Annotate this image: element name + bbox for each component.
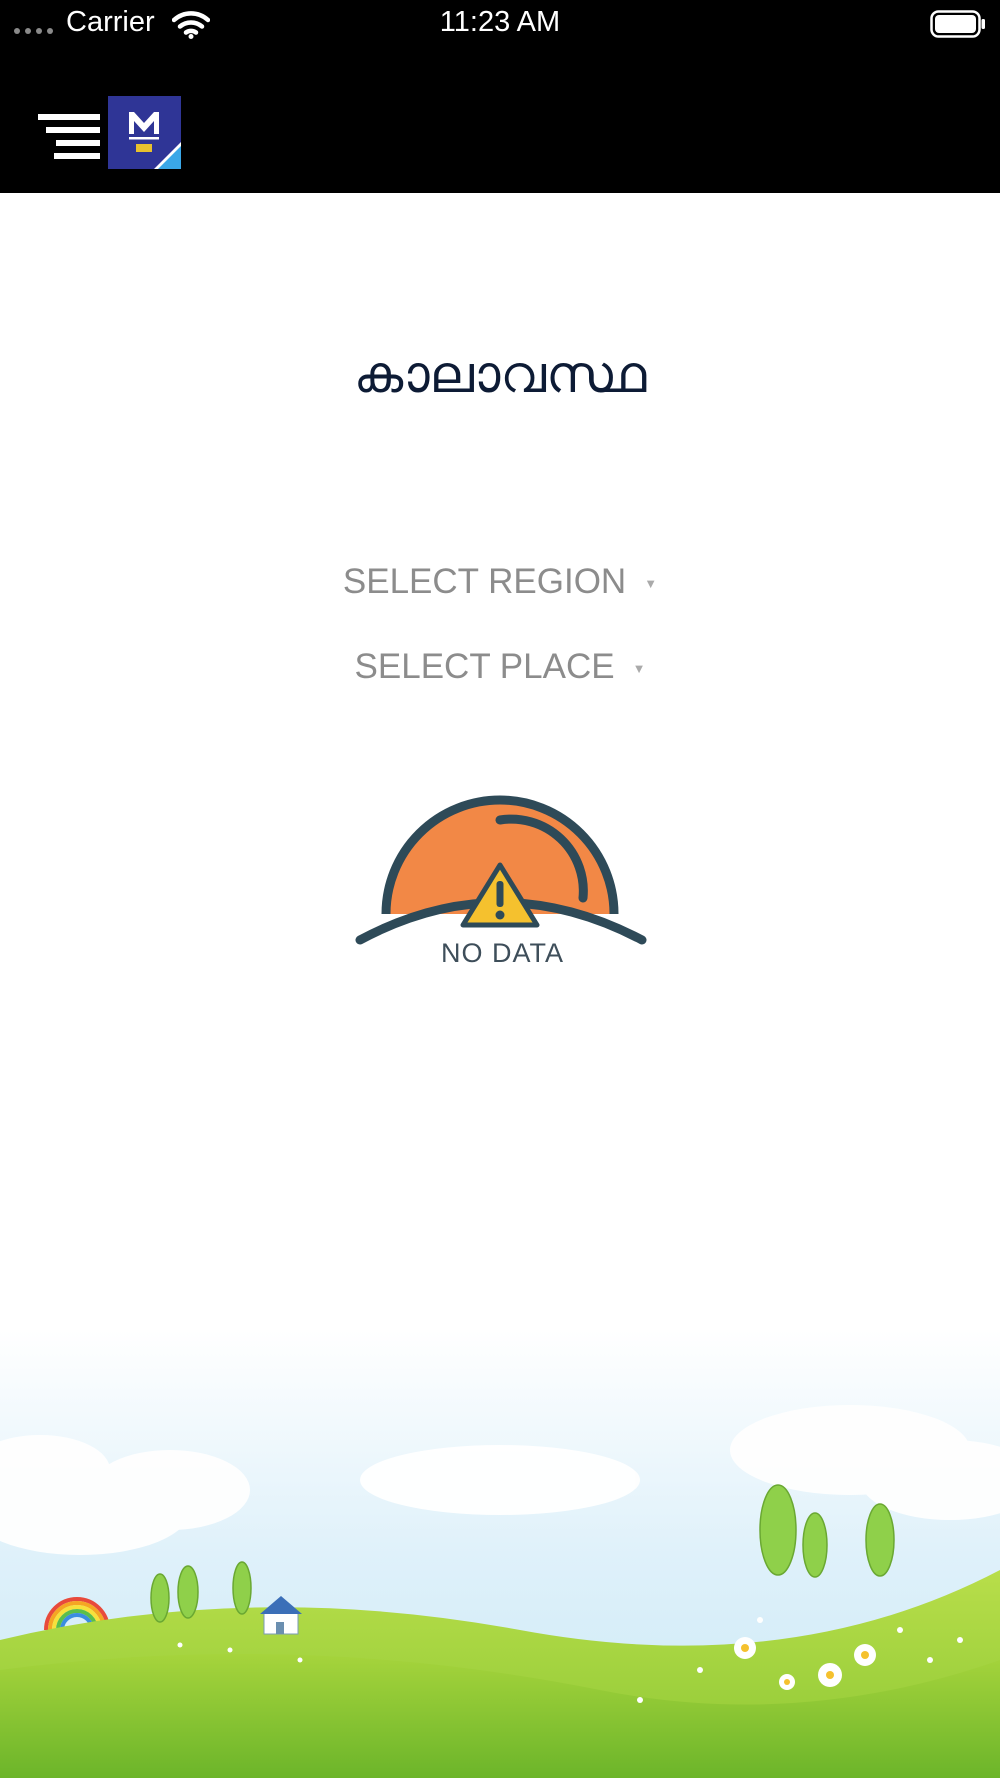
- landscape-background: [0, 1330, 1000, 1778]
- place-select[interactable]: SELECT PLACE ▼: [0, 647, 1000, 687]
- hamburger-menu-icon[interactable]: [38, 112, 100, 162]
- status-time: 11:23 AM: [439, 6, 561, 38]
- dropdown-caret-icon: ▼: [632, 661, 646, 677]
- place-select-label: SELECT PLACE: [354, 647, 615, 686]
- battery-icon: [930, 10, 985, 38]
- page-title: കാലാവസ്ഥ: [353, 345, 647, 405]
- app-logo-icon[interactable]: [108, 96, 181, 169]
- no-data-label: NO DATA: [440, 938, 564, 968]
- region-select-label: SELECT REGION: [342, 562, 627, 601]
- region-select[interactable]: SELECT REGION ▼: [0, 562, 1000, 602]
- dropdown-caret-icon: ▼: [644, 576, 658, 592]
- app-header: [0, 48, 1000, 193]
- status-bar: Carrier 11:23 AM: [0, 0, 1000, 48]
